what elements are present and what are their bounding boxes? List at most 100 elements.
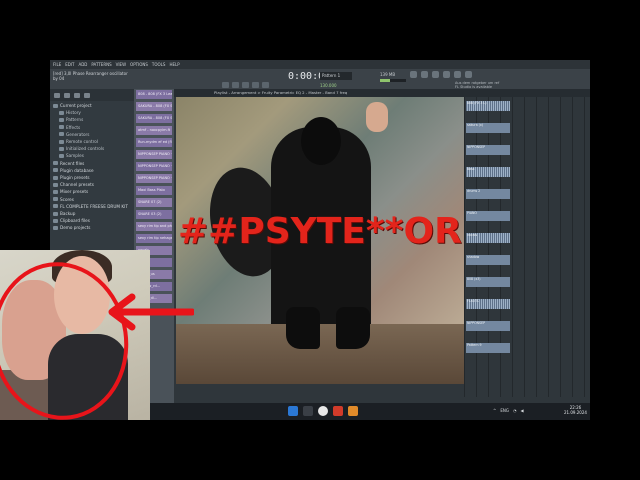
channel-button[interactable]: Run-mydm ef ed (flex) [136,138,172,147]
language-indicator[interactable]: ENG [500,408,509,413]
search-icon[interactable] [303,406,313,416]
plugin-icon[interactable] [465,71,472,78]
browser-item[interactable]: Patterns [53,116,134,123]
artwork-title: ##PSYTE**OR [178,211,462,252]
fl-studio-app-icon[interactable] [348,406,358,416]
browser-app-icon[interactable] [318,406,328,416]
collapse-icon[interactable] [64,92,70,98]
folder-icon [53,218,58,223]
menu-file[interactable]: FILE [53,60,61,69]
mixer-icon[interactable] [443,71,450,78]
folder-icon [59,154,64,159]
folder-icon [59,139,64,144]
taskbar-apps [288,406,358,416]
channel-button[interactable]: NIPPONSEP PIANO + FL [136,150,172,159]
artwork-boot [286,307,320,349]
browser-item[interactable]: Plugin database [53,167,134,174]
search-icon[interactable] [74,92,80,98]
playlist-clip[interactable]: 808 (FX 3 L) [466,101,510,111]
pattern-selector[interactable]: Pattern 1 [320,72,352,80]
windows-start-icon[interactable] [288,406,298,416]
artwork-helmet [301,117,341,165]
browser-item[interactable]: Initialized controls [53,145,134,152]
browser-item[interactable]: Backup [53,210,134,217]
channel-button[interactable]: Maxi Bass Plstx [136,186,172,195]
channel-button[interactable]: SAKURA - 808 (FX Sta) [136,102,172,111]
artwork-hand [366,102,388,132]
browser-item[interactable]: Mixer presets [53,188,134,195]
playlist-clip[interactable]: shadow [466,255,510,265]
browser-item[interactable]: FL COMPLETE FREESE DRUM KIT [53,203,134,210]
media-app-icon[interactable] [333,406,343,416]
menu-edit[interactable]: EDIT [65,60,74,69]
playlist-clip[interactable]: PIANO [466,211,510,221]
news-panel[interactable]: Aus dem ratgeber um ref FL Studio is ava… [455,81,499,89]
channel-button[interactable]: sexy rim tip nehagan [136,234,172,243]
window-buttons [410,71,472,78]
menu-help[interactable]: HELP [169,60,179,69]
menu-tools[interactable]: TOOLS [152,60,166,69]
menu-view[interactable]: VIEW [116,60,126,69]
playlist-clip[interactable]: vocals [466,233,510,243]
browser-item[interactable]: Plugin presets [53,174,134,181]
chevron-up-icon[interactable]: ^ [493,408,496,413]
clock-date: 21.09.2024 [564,410,587,415]
stop-icon[interactable] [232,82,239,88]
channel-button[interactable]: NIPPONSEP PIANO + FL [136,174,172,183]
playlist-clip[interactable]: Bass [466,167,510,177]
channel-button[interactable]: SNARE 03 (2) [136,210,172,219]
browser-item-label: Samples [66,153,84,159]
folder-icon [53,103,58,108]
playlist-clip[interactable]: sakura (x) [466,123,510,133]
tag-icon[interactable] [84,92,90,98]
browser-item[interactable]: Effects [53,124,134,131]
browser-item[interactable]: Clipboard files [53,217,134,224]
browser-item-label: Current project [60,103,92,108]
browser-item[interactable]: Demo projects [53,224,134,231]
folder-icon [59,118,64,122]
browser-item-label: Scores [60,196,74,202]
browser-item[interactable]: Current project [53,102,134,109]
browser-item[interactable]: Channel presets [53,181,134,188]
channel-button[interactable]: SNARE 07 (2) [136,198,172,207]
tempo-display[interactable]: 130.000 [320,83,337,88]
channel-rack-icon[interactable] [432,71,439,78]
menu-options[interactable]: OPTIONS [130,60,148,69]
playlist-clip[interactable]: NIPPONSEP [466,145,510,155]
playlist-clip[interactable]: 808 (x3) [466,277,510,287]
playlist-clip[interactable]: FLXOTC [466,299,510,309]
browser-icon[interactable] [454,71,461,78]
pattern-mode-icon[interactable] [262,82,269,88]
playlist-clip[interactable]: Pattern 9 [466,343,510,353]
browser-item[interactable]: Generators [53,131,134,138]
channel-button[interactable]: NIPPONSEP PIANO + FL [136,162,172,171]
piano-roll-icon[interactable] [421,71,428,78]
wifi-icon[interactable]: ◔ [513,408,517,413]
volume-icon[interactable]: ◀ [520,408,523,413]
playlist-clip[interactable]: drums 2 [466,189,510,199]
folder-icon [59,132,64,137]
play-icon[interactable] [222,82,229,88]
playlist-icon[interactable] [410,71,417,78]
channel-button[interactable]: SAKURA - 808 (FX Sta) [136,114,172,123]
browser-toolbar [50,89,134,101]
taskbar-clock[interactable]: 22:26 21.09.2024 [564,405,587,415]
browser-item[interactable]: Remote control [53,138,134,145]
channel-button[interactable]: atmf - noxcpyim.ft [136,126,172,135]
menu-bar: FILE EDIT ADD PATTERNS VIEW OPTIONS TOOL… [50,60,590,69]
metronome-icon[interactable] [252,82,259,88]
channel-button[interactable]: 808 - 808 (FX 3 Lea) [136,90,172,99]
menu-patterns[interactable]: PATTERNS [91,60,111,69]
playlist-clip[interactable]: NIPPONSEP [466,321,510,331]
browser-item-label: Remote control [66,139,99,145]
browser-item[interactable]: Samples [53,152,134,159]
channel-button[interactable]: sexy rim tip and phl [136,222,172,231]
browser-item[interactable]: Scores [53,196,134,203]
menu-add[interactable]: ADD [78,60,87,69]
back-icon[interactable] [54,92,60,98]
system-tray: ^ ENG ◔ ◀ [493,408,524,413]
browser-item[interactable]: Recent files [53,160,134,167]
browser-item[interactable]: History [53,109,134,116]
hint-bar: [red] 3,0l Phase Rearranger oscillator b… [53,71,128,81]
record-icon[interactable] [242,82,249,88]
